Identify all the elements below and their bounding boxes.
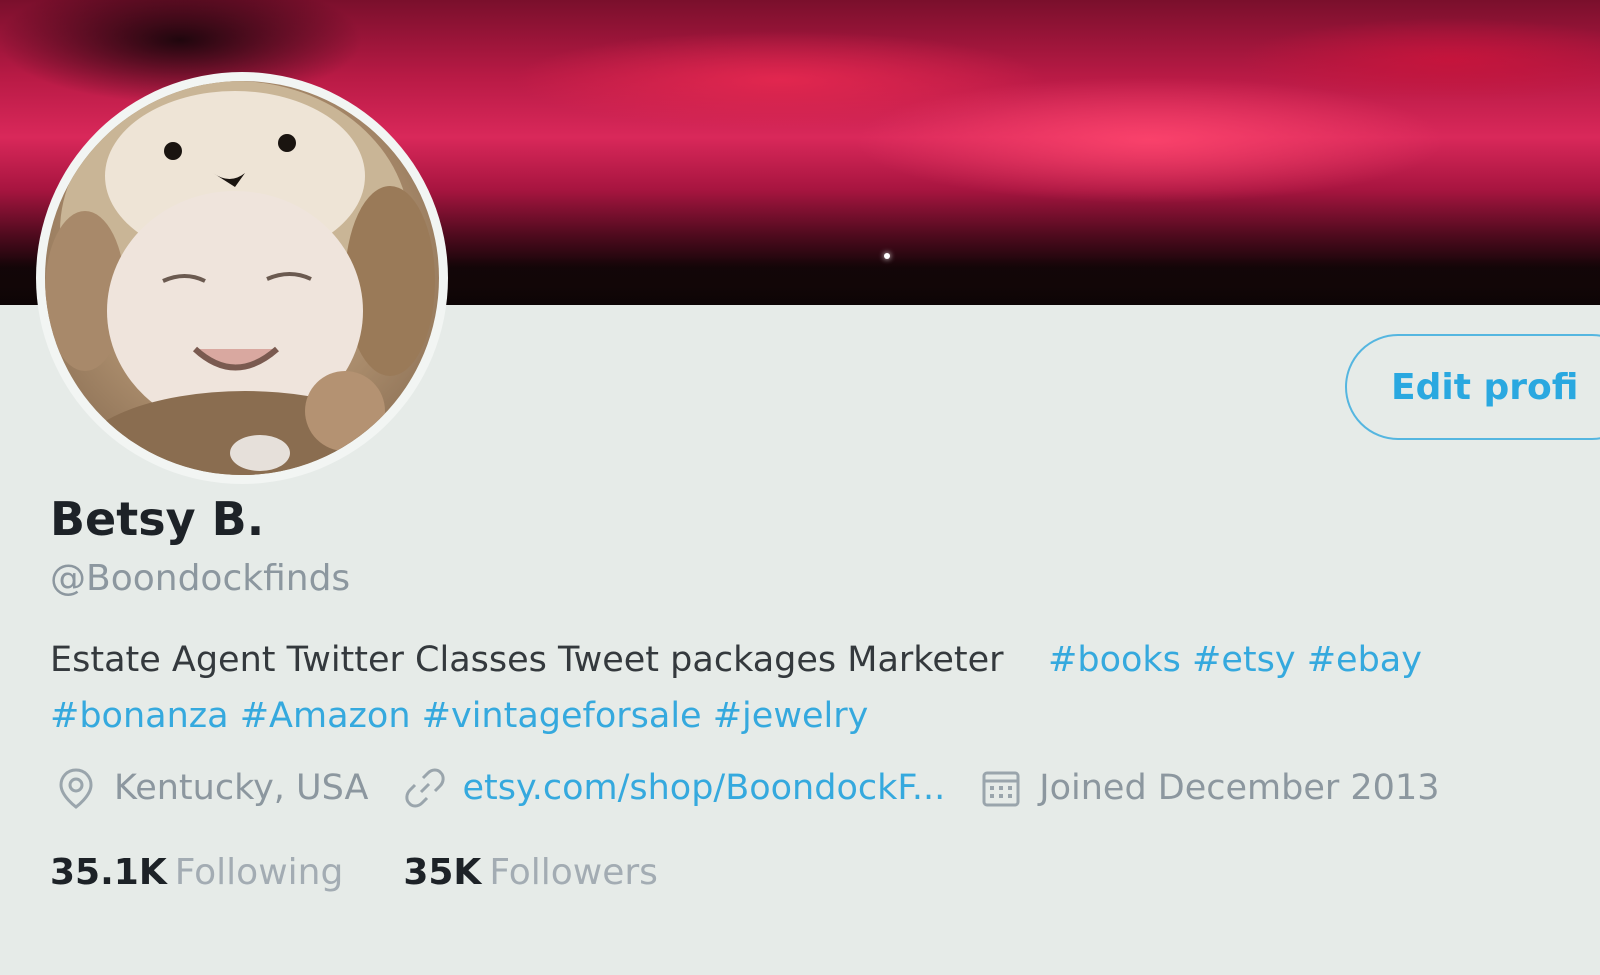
hashtag-link[interactable]: #books bbox=[1048, 640, 1181, 680]
followers-link[interactable]: 35K Followers bbox=[403, 852, 658, 893]
profile-name: Betsy B. bbox=[50, 492, 265, 546]
hashtag-link[interactable]: #bonanza bbox=[50, 696, 229, 736]
hashtag-link[interactable]: #ebay bbox=[1307, 640, 1422, 680]
bio-text: Estate Agent Twitter Classes Tweet packa… bbox=[50, 640, 1004, 680]
location-item: Kentucky, USA bbox=[54, 766, 369, 810]
following-link[interactable]: 35.1K Following bbox=[50, 852, 343, 893]
followers-count: 35K bbox=[403, 852, 482, 893]
hashtag-link[interactable]: #jewelry bbox=[713, 696, 869, 736]
following-count: 35.1K bbox=[50, 852, 167, 893]
website-link[interactable]: etsy.com/shop/BoondockF... bbox=[463, 768, 946, 808]
hashtag-link[interactable]: #etsy bbox=[1192, 640, 1296, 680]
website-item: etsy.com/shop/BoondockF... bbox=[403, 766, 946, 810]
profile-handle: @Boondockfinds bbox=[50, 558, 351, 599]
profile-meta: Kentucky, USA etsy.com/shop/BoondockF...… bbox=[54, 766, 1474, 810]
location-text: Kentucky, USA bbox=[114, 768, 369, 808]
link-icon bbox=[404, 768, 445, 808]
joined-item: Joined December 2013 bbox=[979, 766, 1440, 810]
profile-stats: 35.1K Following 35K Followers bbox=[50, 852, 718, 893]
location-pin-icon bbox=[59, 768, 93, 809]
joined-text: Joined December 2013 bbox=[1039, 768, 1440, 808]
avatar-image bbox=[45, 81, 435, 475]
calendar-icon bbox=[982, 771, 1020, 807]
following-label: Following bbox=[174, 852, 344, 893]
followers-label: Followers bbox=[489, 852, 658, 893]
banner-light-dot bbox=[884, 253, 890, 259]
avatar[interactable] bbox=[45, 81, 439, 475]
hashtag-link[interactable]: #Amazon bbox=[240, 696, 411, 736]
hashtag-link[interactable]: #vintageforsale bbox=[422, 696, 702, 736]
edit-profile-button[interactable]: Edit profi bbox=[1345, 334, 1600, 440]
profile-bio: Estate Agent Twitter Classes Tweet packa… bbox=[50, 632, 1490, 744]
